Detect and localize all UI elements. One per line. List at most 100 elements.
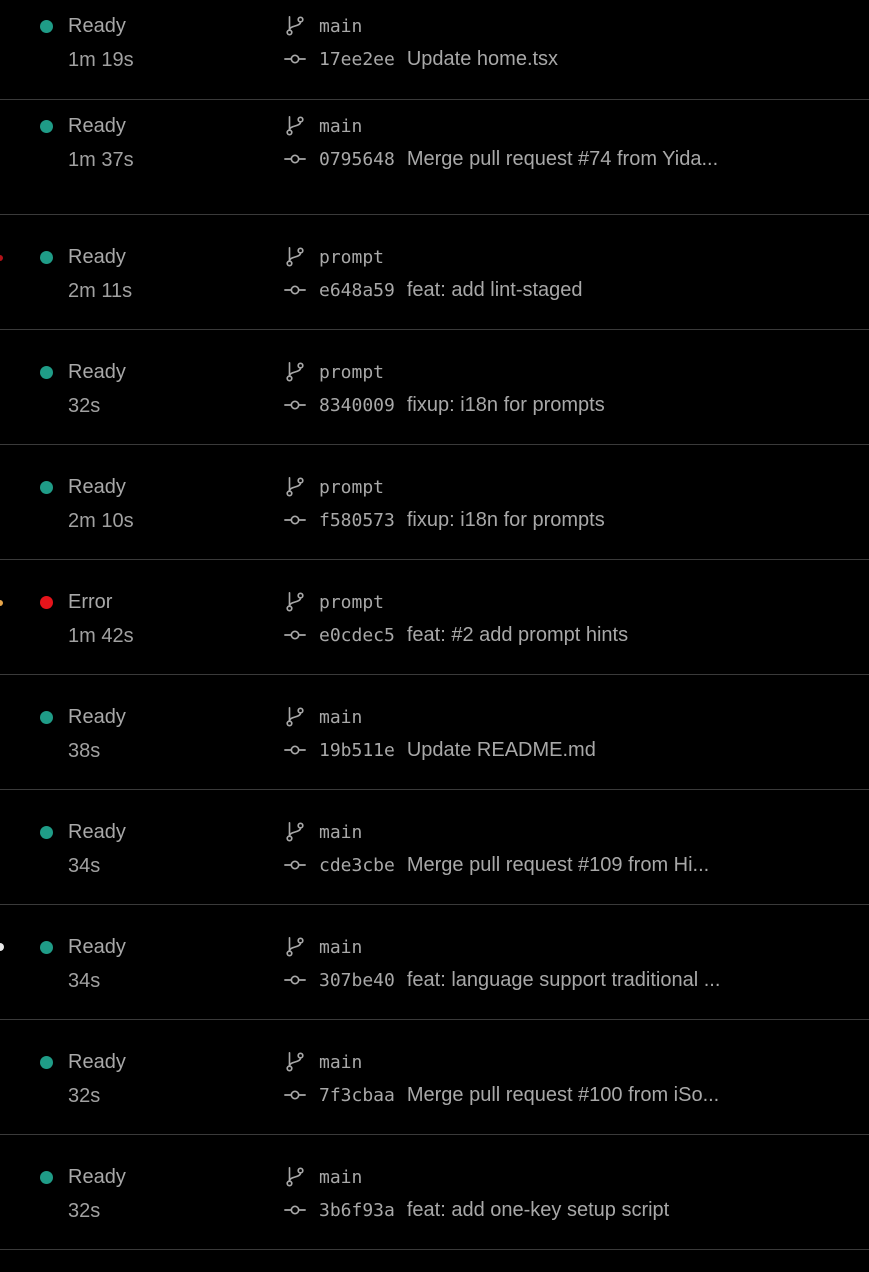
edge-indicator <box>0 600 3 606</box>
branch-info[interactable]: main <box>284 1166 669 1188</box>
commit-message: feat: language support traditional ... <box>406 968 721 991</box>
deployment-status: Ready 38s <box>40 706 126 763</box>
branch-info[interactable]: main <box>284 821 709 843</box>
deployment-status: Ready 34s <box>40 821 126 878</box>
branch-info[interactable]: prompt <box>284 246 583 268</box>
status-dot-icon <box>40 1055 53 1069</box>
commit-sha: e648a59 <box>319 279 395 301</box>
commit-sha: 8340009 <box>319 394 395 416</box>
git-commit-icon <box>284 285 306 295</box>
deployment-row[interactable]: Ready 32s main 7f3cbaa Merge pull reques… <box>0 1020 869 1135</box>
deployment-duration: 34s <box>68 970 101 992</box>
deployment-status: Ready 2m 10s <box>40 476 134 533</box>
deployment-row[interactable]: Ready 38s main 19b511e Update README.md <box>0 675 869 790</box>
git-info: prompt 8340009 fixup: i18n for prompts <box>284 361 605 416</box>
branch-name: main <box>319 821 363 843</box>
deployment-duration: 34s <box>68 855 101 877</box>
status-dot-icon <box>40 19 53 33</box>
deployment-duration: 38s <box>68 740 101 762</box>
git-info: main 19b511e Update README.md <box>284 706 596 761</box>
deployment-row[interactable]: Ready 34s main cde3cbe Merge pull reques… <box>0 790 869 905</box>
deployment-duration: 32s <box>68 1200 101 1222</box>
status-label: Ready <box>68 820 126 843</box>
branch-info[interactable]: main <box>284 15 558 37</box>
commit-info[interactable]: 7f3cbaa Merge pull request #100 from iSo… <box>284 1084 719 1106</box>
git-info: prompt e648a59 feat: add lint-staged <box>284 246 583 301</box>
deployment-row[interactable]: Ready 32s prompt 8340009 fixup: i18n for… <box>0 330 869 445</box>
branch-info[interactable]: main <box>284 115 718 137</box>
deployment-status: Ready 32s <box>40 1051 126 1108</box>
deployment-row[interactable]: Ready 2m 10s prompt f580573 fixup: i18n … <box>0 445 869 560</box>
commit-message: feat: add lint-staged <box>406 278 583 301</box>
git-info: main 307be40 feat: language support trad… <box>284 936 720 991</box>
branch-name: main <box>319 1051 363 1073</box>
commit-sha: 17ee2ee <box>319 48 395 70</box>
status-dot-icon <box>40 119 53 133</box>
branch-name: main <box>319 115 363 137</box>
git-info: main cde3cbe Merge pull request #109 fro… <box>284 821 709 876</box>
deployment-row[interactable]: Ready 32s main 3b6f93a feat: add one-key… <box>0 1135 869 1250</box>
status-dot-icon <box>40 940 53 954</box>
commit-message: feat: #2 add prompt hints <box>406 623 629 646</box>
deployment-status: Ready 1m 19s <box>40 15 134 72</box>
deployment-status: Ready 32s <box>40 1166 126 1223</box>
branch-info[interactable]: main <box>284 1051 719 1073</box>
branch-name: main <box>319 706 363 728</box>
commit-info[interactable]: 3b6f93a feat: add one-key setup script <box>284 1199 669 1221</box>
commit-message: Update README.md <box>406 738 596 761</box>
deployment-row[interactable]: Error 1m 42s prompt e0cdec5 feat: #2 add… <box>0 560 869 675</box>
git-commit-icon <box>284 975 306 985</box>
commit-info[interactable]: 17ee2ee Update home.tsx <box>284 48 558 70</box>
commit-info[interactable]: 19b511e Update README.md <box>284 739 596 761</box>
deployment-duration: 32s <box>68 1085 101 1107</box>
commit-message: Update home.tsx <box>406 47 559 70</box>
git-info: prompt e0cdec5 feat: #2 add prompt hints <box>284 591 628 646</box>
git-commit-icon <box>284 745 306 755</box>
branch-info[interactable]: prompt <box>284 591 628 613</box>
git-branch-icon <box>286 592 304 612</box>
commit-info[interactable]: e648a59 feat: add lint-staged <box>284 279 583 301</box>
deployment-row[interactable]: Ready 2m 11s prompt e648a59 feat: add li… <box>0 215 869 330</box>
deployment-duration: 2m 10s <box>68 510 134 532</box>
deployment-row[interactable]: Ready 1m 19s main 17ee2ee Update home.ts… <box>0 0 869 100</box>
branch-name: prompt <box>319 361 385 383</box>
branch-info[interactable]: prompt <box>284 361 605 383</box>
deployment-status: Error 1m 42s <box>40 591 134 648</box>
commit-sha: 3b6f93a <box>319 1199 395 1221</box>
git-info: prompt f580573 fixup: i18n for prompts <box>284 476 605 531</box>
commit-message: Merge pull request #100 from iSo... <box>406 1083 720 1106</box>
status-label: Ready <box>68 14 126 37</box>
deployment-duration: 32s <box>68 395 101 417</box>
git-commit-icon <box>284 1090 306 1100</box>
git-commit-icon <box>284 860 306 870</box>
git-info: main 0795648 Merge pull request #74 from… <box>284 115 718 170</box>
commit-info[interactable]: cde3cbe Merge pull request #109 from Hi.… <box>284 854 709 876</box>
branch-info[interactable]: prompt <box>284 476 605 498</box>
commit-sha: 307be40 <box>319 969 395 991</box>
commit-info[interactable]: 0795648 Merge pull request #74 from Yida… <box>284 148 718 170</box>
git-branch-icon <box>286 362 304 382</box>
deployment-duration: 1m 37s <box>68 149 134 171</box>
commit-info[interactable]: 8340009 fixup: i18n for prompts <box>284 394 605 416</box>
status-label: Ready <box>68 114 126 137</box>
commit-info[interactable]: f580573 fixup: i18n for prompts <box>284 509 605 531</box>
commit-info[interactable]: 307be40 feat: language support tradition… <box>284 969 720 991</box>
git-commit-icon <box>284 400 306 410</box>
git-branch-icon <box>286 1052 304 1072</box>
git-commit-icon <box>284 1205 306 1215</box>
deployment-row[interactable]: Ready 1m 37s main 0795648 Merge pull req… <box>0 100 869 215</box>
status-dot-icon <box>40 250 53 264</box>
commit-sha: 0795648 <box>319 148 395 170</box>
status-dot-icon <box>40 1170 53 1184</box>
deployment-status: Ready 32s <box>40 361 126 418</box>
branch-info[interactable]: main <box>284 706 596 728</box>
branch-name: prompt <box>319 591 385 613</box>
git-commit-icon <box>284 54 306 64</box>
commit-info[interactable]: e0cdec5 feat: #2 add prompt hints <box>284 624 628 646</box>
git-info: main 17ee2ee Update home.tsx <box>284 15 558 70</box>
status-dot-icon <box>40 480 53 494</box>
deployment-duration: 1m 42s <box>68 625 134 647</box>
status-label: Ready <box>68 1165 126 1188</box>
branch-info[interactable]: main <box>284 936 720 958</box>
deployment-row[interactable]: Ready 34s main 307be40 feat: language su… <box>0 905 869 1020</box>
